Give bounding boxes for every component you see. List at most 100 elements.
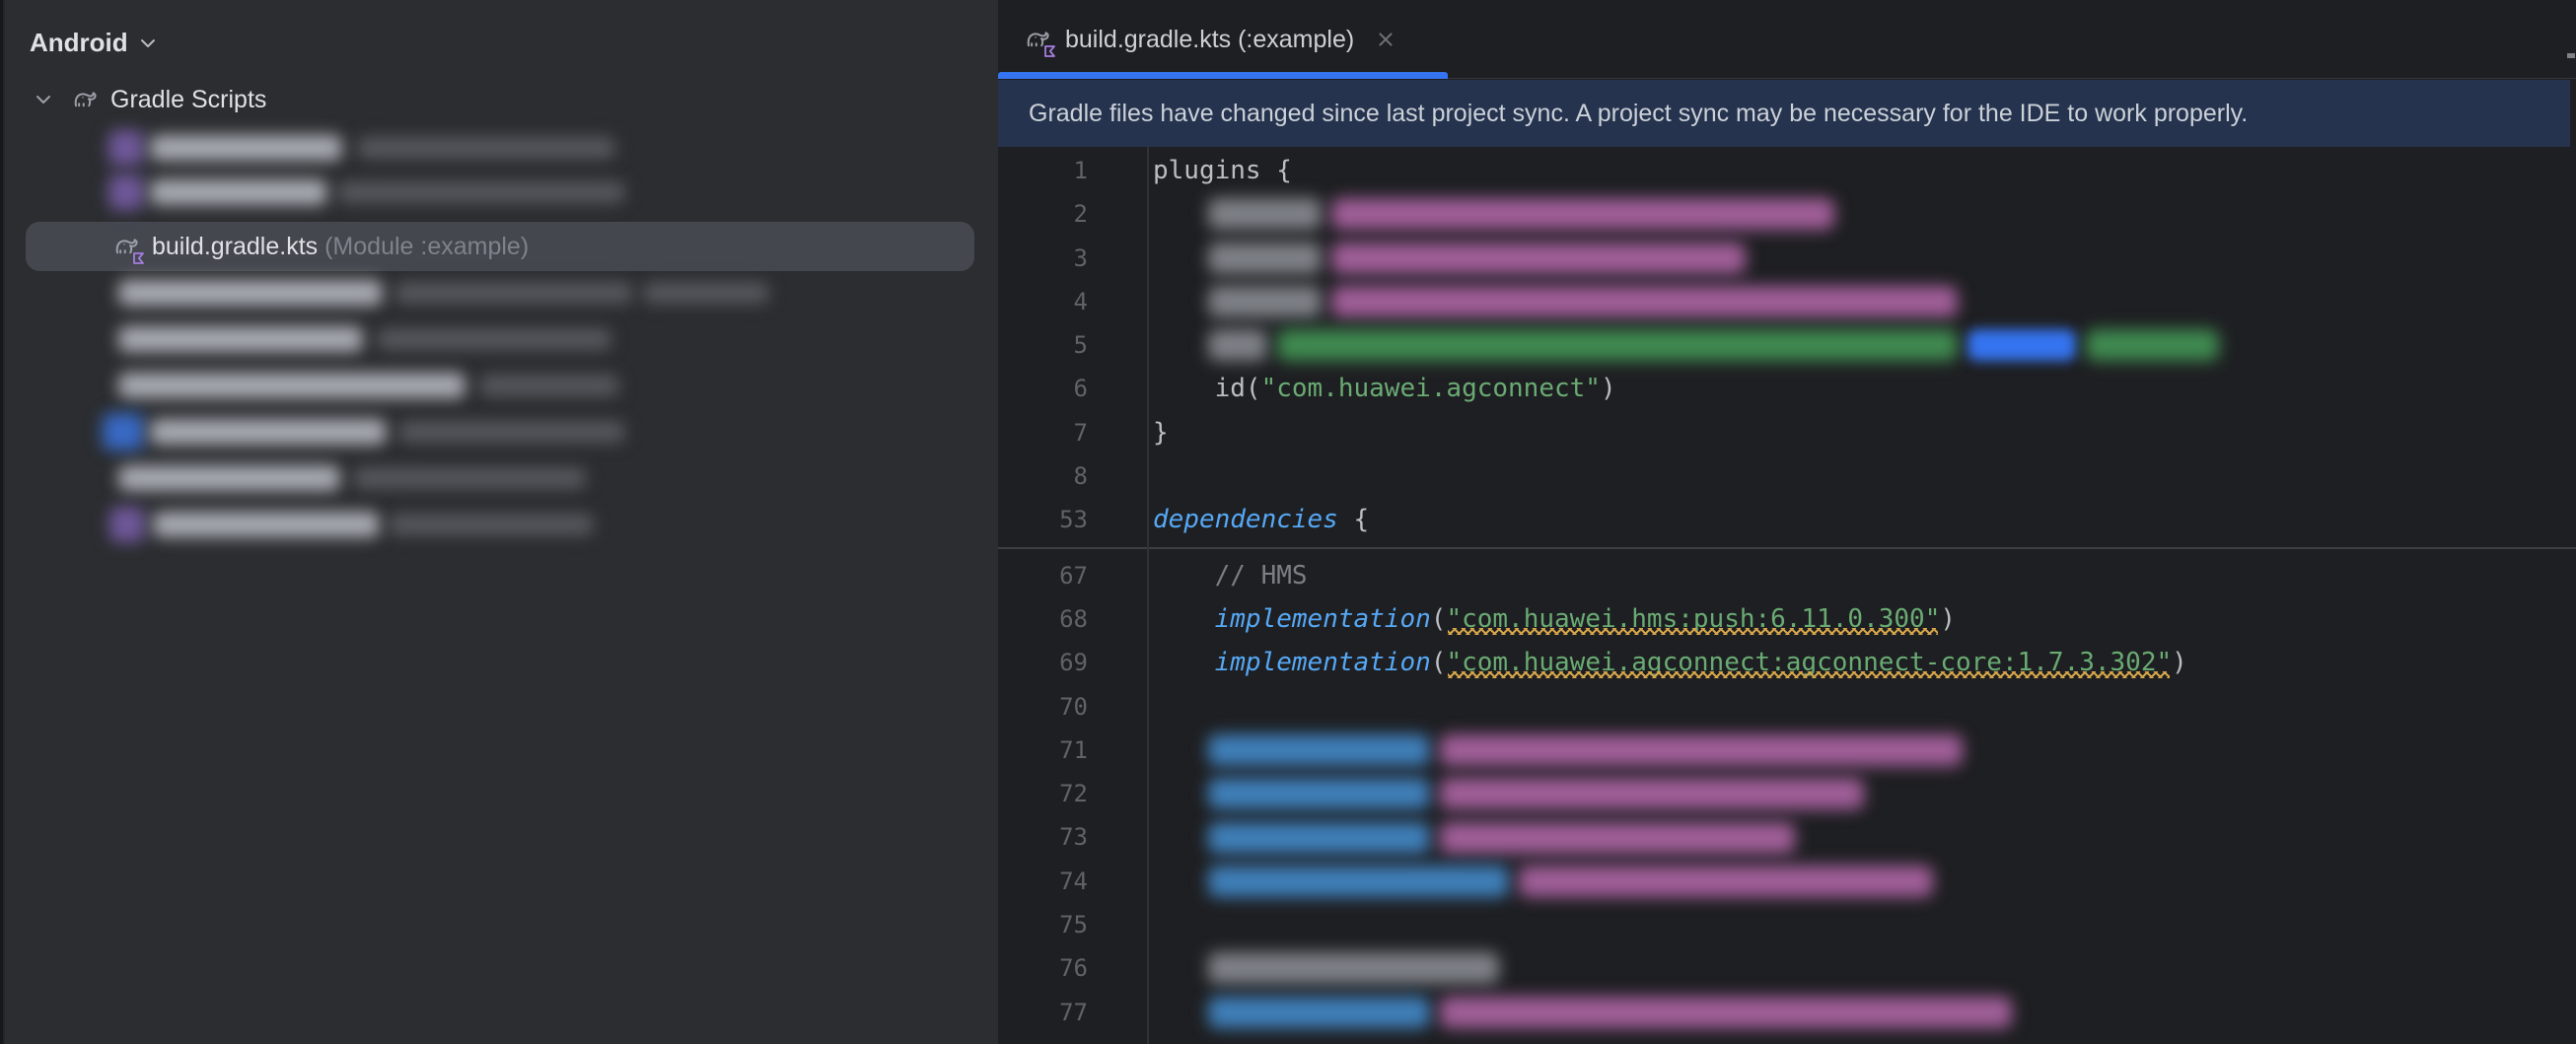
- line-number: 75: [998, 903, 1100, 946]
- line-text: [1100, 729, 2576, 772]
- redacted-text: [398, 421, 625, 443]
- line-number: 6: [998, 367, 1100, 410]
- project-view-title: Android: [30, 28, 128, 58]
- redacted-code: [1331, 286, 1958, 317]
- code-line: 53dependencies {: [998, 498, 2576, 541]
- editor-tab-bar: build.gradle.kts (:example): [998, 0, 2576, 79]
- editor-area: build.gradle.kts (:example) Gradle files…: [998, 0, 2576, 1044]
- line-text: implementation("com.huawei.hms:push:6.11…: [1100, 597, 2576, 641]
- tree-item-build-gradle-kts-selected[interactable]: build.gradle.kts (Module :example): [26, 222, 974, 271]
- tree-item-redacted[interactable]: [0, 363, 998, 408]
- line-text: [1100, 237, 2576, 280]
- line-text: [1100, 772, 2576, 815]
- code-token: "com.huawei.agconnect:agconnect-core:1.7…: [1446, 648, 2172, 677]
- line-text: [1100, 860, 2576, 903]
- chevron-expanded-icon[interactable]: [36, 95, 51, 104]
- redacted-text: [118, 373, 465, 398]
- code-token: [1153, 648, 1215, 677]
- line-text: [1100, 280, 2576, 323]
- file-icon: [108, 174, 144, 210]
- code-line: 73: [998, 815, 2576, 859]
- line-number: 77: [998, 991, 1100, 1034]
- code-line: 68 implementation("com.huawei.hms:push:6…: [998, 597, 2576, 641]
- tree-item-redacted[interactable]: [0, 316, 998, 362]
- android-studio-window: Android Gradle Scripts: [0, 0, 2576, 1044]
- code-token: // HMS: [1153, 561, 1308, 591]
- redacted-code: [1968, 329, 2076, 361]
- code-line: 6 id("com.huawei.agconnect"): [998, 367, 2576, 410]
- gradle-kts-file-icon: [112, 232, 142, 261]
- tree-item-redacted[interactable]: [0, 455, 998, 501]
- code-line: 69 implementation("com.huawei.agconnect:…: [998, 641, 2576, 684]
- redacted-text: [153, 512, 380, 537]
- tree-node-gradle-scripts[interactable]: Gradle Scripts: [36, 85, 266, 114]
- redacted-code: [1440, 778, 1864, 809]
- line-text: [1100, 323, 2576, 367]
- redacted-text: [150, 419, 387, 445]
- code-line: 1 plugins {: [998, 149, 2576, 192]
- redacted-code: [1440, 997, 2012, 1028]
- redacted-text: [150, 179, 327, 205]
- code-line: 5: [998, 323, 2576, 367]
- redacted-text: [643, 282, 769, 304]
- code-token: (: [1431, 648, 1447, 677]
- tree-item-redacted[interactable]: [0, 125, 998, 171]
- redacted-text: [118, 326, 363, 352]
- redacted-code: [1208, 198, 1322, 230]
- line-number: 76: [998, 946, 1100, 990]
- redacted-text: [353, 467, 586, 489]
- redacted-text: [118, 465, 340, 491]
- line-number: 72: [998, 772, 1100, 815]
- redacted-code: [1277, 329, 1958, 361]
- line-text: [1100, 1034, 2576, 1044]
- redacted-code: [1519, 866, 1933, 897]
- tree-item-redacted[interactable]: [0, 409, 998, 454]
- code-line: 77: [998, 991, 2576, 1034]
- gradle-elephant-icon: [71, 85, 101, 114]
- code-editor[interactable]: 1plugins {23456 id("com.huawei.agconnect…: [998, 147, 2576, 1044]
- redacted-code: [1208, 952, 1499, 984]
- redacted-code: [1208, 866, 1509, 897]
- code-token: ): [1601, 374, 1616, 403]
- project-tool-window: Android Gradle Scripts: [0, 0, 998, 1044]
- file-icon: [109, 507, 145, 542]
- tab-title: build.gradle.kts (:example): [1065, 26, 1354, 54]
- code-token: dependencies: [1153, 505, 1338, 534]
- redacted-text: [389, 514, 594, 535]
- line-number: 70: [998, 685, 1100, 729]
- code-token: plugins {: [1153, 156, 1292, 185]
- line-number: 5: [998, 323, 1100, 367]
- tree-item-redacted[interactable]: [0, 170, 998, 215]
- redacted-code: [1208, 822, 1430, 854]
- redacted-text: [118, 280, 383, 306]
- tree-item-redacted[interactable]: [0, 502, 998, 547]
- line-text: plugins {: [1100, 149, 2576, 192]
- chevron-down-icon: [140, 38, 156, 48]
- code-line: 75: [998, 903, 2576, 946]
- line-number: 74: [998, 860, 1100, 903]
- active-tab-indicator: [998, 72, 1448, 79]
- line-text: [1100, 946, 2576, 990]
- code-token: id(: [1153, 374, 1261, 403]
- line-number: 1: [998, 149, 1100, 192]
- redacted-code: [1208, 243, 1322, 274]
- project-view-selector[interactable]: Android: [30, 28, 156, 58]
- tree-item-redacted[interactable]: [0, 270, 998, 315]
- kotlin-badge-icon: [132, 251, 146, 265]
- redacted-text: [479, 375, 619, 396]
- code-line: 2: [998, 192, 2576, 236]
- redacted-code: [1208, 286, 1322, 317]
- line-number: 53: [998, 498, 1100, 541]
- code-token: }: [1153, 418, 1169, 448]
- line-text: [1100, 685, 2576, 729]
- code-line: 8: [998, 454, 2576, 498]
- line-text: dependencies {: [1100, 498, 2576, 541]
- close-icon[interactable]: [1376, 30, 1395, 49]
- tab-build-gradle-kts[interactable]: build.gradle.kts (:example): [998, 0, 1448, 79]
- redacted-text: [357, 137, 615, 159]
- redacted-code: [1208, 778, 1430, 809]
- line-text: id("com.huawei.agconnect"): [1100, 367, 2576, 410]
- redacted-code: [1331, 243, 1746, 274]
- sync-notification-message: Gradle files have changed since last pro…: [1029, 100, 2248, 128]
- fold-separator: [998, 542, 2576, 554]
